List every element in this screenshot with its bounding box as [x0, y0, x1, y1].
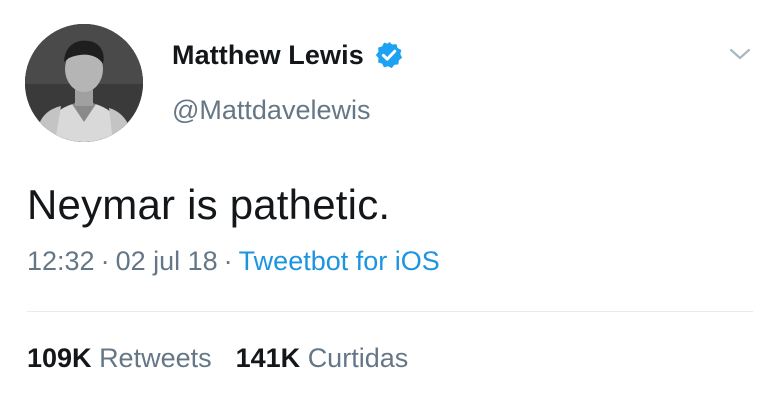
author-handle[interactable]: @Mattdavelewis — [172, 95, 370, 126]
chevron-down-icon[interactable] — [727, 44, 753, 64]
tweet-date[interactable]: 02 jul 18 — [116, 246, 218, 276]
likes-label: Curtidas — [307, 343, 409, 373]
likes-stat[interactable]: 141K Curtidas — [236, 343, 409, 373]
tweet-meta: 12:32 · 02 jul 18 · Tweetbot for iOS — [27, 246, 440, 277]
divider — [27, 311, 753, 312]
meta-separator: · — [100, 246, 110, 276]
tweet-text: Neymar is pathetic. — [27, 181, 391, 228]
verified-badge-icon — [374, 40, 404, 70]
meta-separator: · — [223, 246, 233, 276]
retweets-count: 109K — [27, 343, 92, 373]
tweet-stats: 109K Retweets 141K Curtidas — [27, 343, 432, 374]
retweets-stat[interactable]: 109K Retweets — [27, 343, 212, 373]
author-name[interactable]: Matthew Lewis — [172, 40, 364, 71]
tweet-time[interactable]: 12:32 — [27, 246, 95, 276]
retweets-label: Retweets — [99, 343, 212, 373]
avatar[interactable] — [25, 24, 143, 142]
author-name-row: Matthew Lewis — [172, 38, 404, 72]
likes-count: 141K — [235, 343, 301, 373]
tweet-card: Matthew Lewis @Mattdavelewis Neymar is p… — [0, 0, 780, 393]
tweet-source-link[interactable]: Tweetbot for iOS — [239, 246, 440, 276]
